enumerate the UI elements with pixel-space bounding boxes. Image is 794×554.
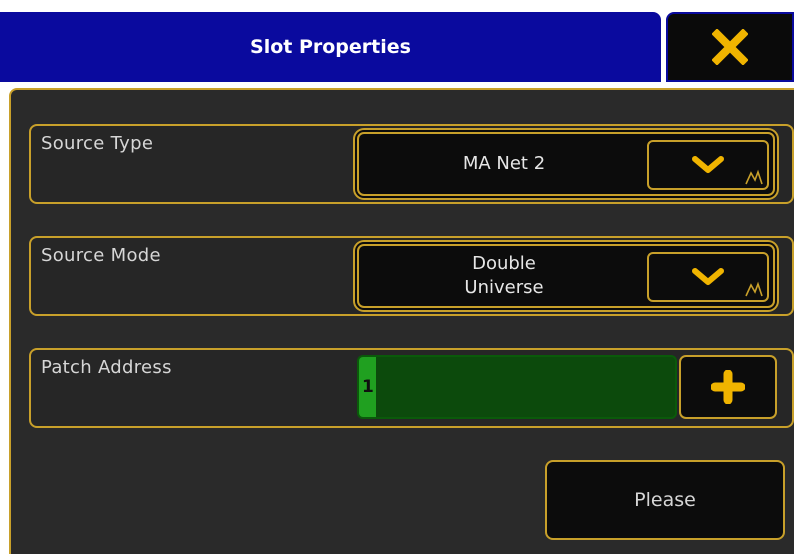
title-bar: Slot Properties — [0, 12, 661, 82]
source-mode-dropdown[interactable]: Double Universe — [357, 244, 775, 308]
source-mode-value-line2: Universe — [464, 277, 544, 298]
chevron-down-icon — [692, 156, 724, 173]
source-mode-value-line1: Double — [472, 253, 536, 274]
patch-address-input[interactable]: 1 — [357, 355, 677, 419]
source-type-value: MA Net 2 — [462, 153, 546, 174]
close-button[interactable] — [666, 12, 794, 82]
source-type-row: Source Type MA Net 2 — [29, 124, 794, 204]
source-mode-value: Double Universe — [359, 246, 649, 306]
patch-address-value: 1 — [362, 377, 374, 397]
patch-address-label: Patch Address — [41, 357, 172, 378]
patch-address-row: Patch Address 1 — [29, 348, 794, 428]
plus-icon — [711, 370, 745, 404]
close-icon — [712, 29, 748, 65]
dialog-title: Slot Properties — [250, 36, 411, 58]
resize-corner-icon — [745, 169, 763, 185]
source-mode-row: Source Mode Double Universe — [29, 236, 794, 316]
please-button[interactable]: Please — [545, 460, 785, 540]
source-type-dropdown[interactable]: MA Net 2 — [357, 132, 775, 196]
patch-address-add-button[interactable] — [679, 355, 777, 419]
resize-corner-icon — [745, 281, 763, 297]
chevron-down-icon — [692, 268, 724, 285]
source-mode-label: Source Mode — [41, 245, 161, 266]
source-type-expand-button[interactable] — [647, 140, 769, 190]
source-type-label: Source Type — [41, 133, 154, 154]
please-button-label: Please — [634, 489, 696, 511]
source-mode-expand-button[interactable] — [647, 252, 769, 302]
